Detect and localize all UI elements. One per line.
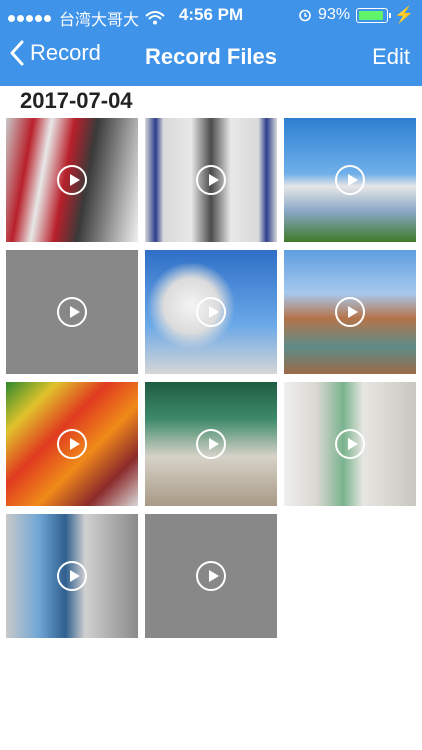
play-icon (57, 429, 87, 459)
play-icon (57, 561, 87, 591)
video-thumbnail[interactable] (145, 250, 277, 374)
section-date-header: 2017-07-04 (20, 88, 133, 113)
navigation-bar: Record Record Files Edit (0, 30, 422, 86)
battery-icon (356, 7, 392, 23)
video-thumbnail[interactable] (145, 382, 277, 506)
video-thumbnail[interactable] (6, 250, 138, 374)
play-icon (335, 165, 365, 195)
status-bar: 台湾大哥大 4:56 PM 93% ⚡ (0, 0, 422, 30)
play-icon (57, 165, 87, 195)
video-thumbnail[interactable] (6, 514, 138, 638)
play-icon (335, 297, 365, 327)
play-icon (57, 297, 87, 327)
app-header: 台湾大哥大 4:56 PM 93% ⚡ Record Record Files (0, 0, 422, 86)
video-thumbnail[interactable] (6, 118, 138, 242)
play-icon (196, 561, 226, 591)
play-icon (196, 297, 226, 327)
battery-percent: 93% (318, 6, 351, 23)
play-icon (196, 165, 226, 195)
video-thumbnail[interactable] (284, 382, 416, 506)
video-thumbnail[interactable] (284, 118, 416, 242)
video-thumbnail[interactable] (6, 382, 138, 506)
video-thumbnail[interactable] (145, 514, 277, 638)
edit-button[interactable]: Edit (372, 44, 410, 70)
alarm-icon (299, 9, 311, 22)
page-title: Record Files (144, 44, 278, 69)
video-thumbnail[interactable] (145, 118, 277, 242)
play-icon (335, 429, 365, 459)
play-icon (196, 429, 226, 459)
video-thumbnail[interactable] (284, 250, 416, 374)
charging-icon: ⚡ (394, 7, 414, 24)
